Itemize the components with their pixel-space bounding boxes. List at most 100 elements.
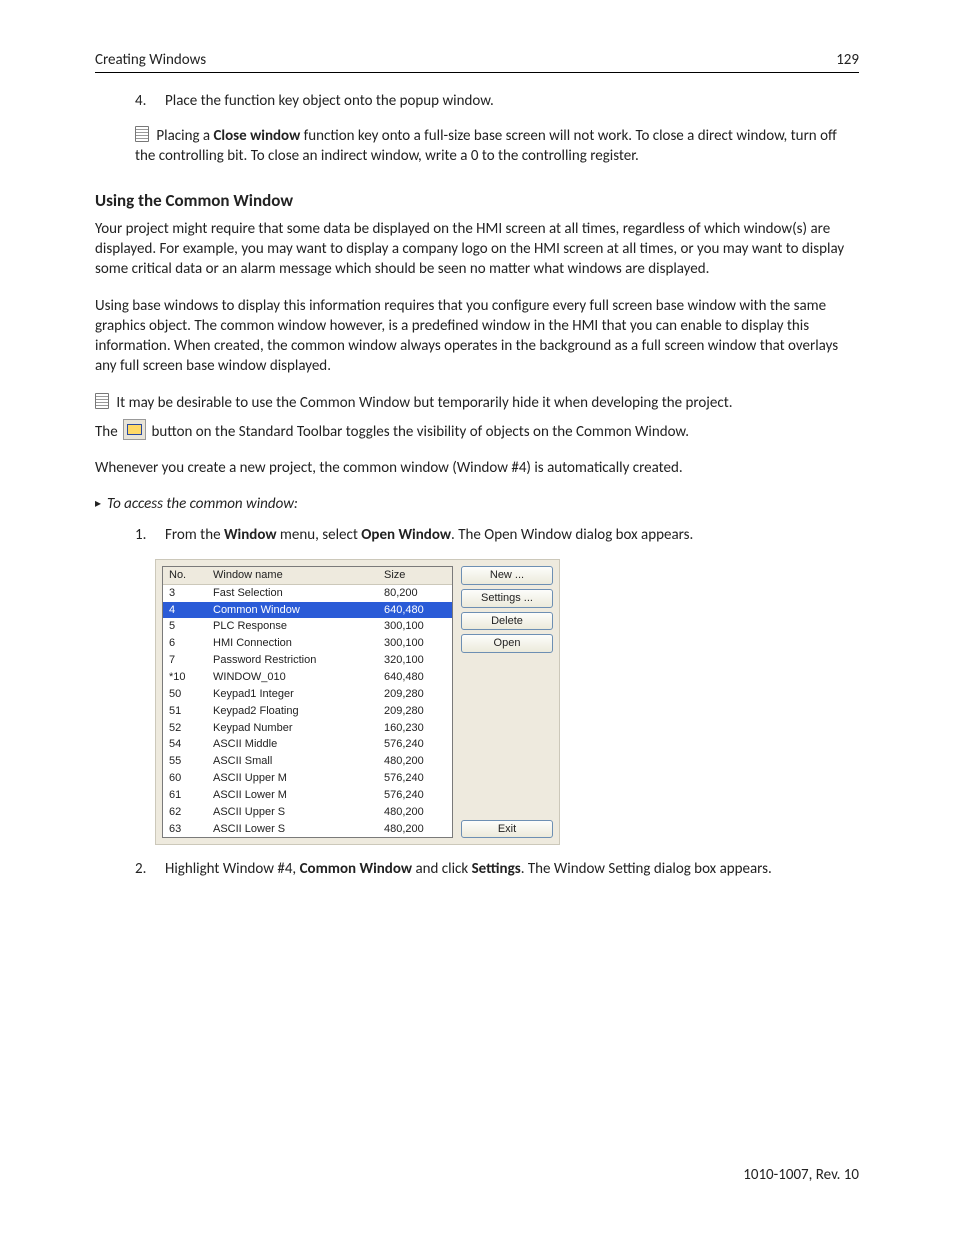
delete-button[interactable]: Delete <box>461 612 553 631</box>
cell-name: Keypad2 Floating <box>213 704 384 719</box>
paragraph-1: Your project might require that some dat… <box>95 219 859 280</box>
section-heading: Using the Common Window <box>95 190 859 213</box>
procedure-title: To access the common window: <box>95 494 859 514</box>
cell-name: Keypad Number <box>213 721 384 736</box>
list-row[interactable]: 52Keypad Number160,230 <box>163 720 452 737</box>
col-header-size: Size <box>384 568 446 583</box>
list-row[interactable]: 6HMI Connection300,100 <box>163 635 452 652</box>
cell-size: 209,280 <box>384 687 446 702</box>
cell-no: 52 <box>169 721 213 736</box>
settings-button[interactable]: Settings ... <box>461 589 553 608</box>
new-button[interactable]: New ... <box>461 566 553 585</box>
cell-no: 60 <box>169 771 213 786</box>
cell-name: WINDOW_010 <box>213 670 384 685</box>
cell-size: 320,100 <box>384 653 446 668</box>
step-1-number: 1. <box>135 525 165 545</box>
step-2: 2. Highlight Window #4, Common Window an… <box>135 859 859 879</box>
cell-no: 55 <box>169 754 213 769</box>
step-4-text: Place the function key object onto the p… <box>165 91 494 111</box>
col-header-name: Window name <box>213 568 384 583</box>
note-icon <box>95 393 109 409</box>
tip-line-1: It may be desirable to use the Common Wi… <box>95 393 859 413</box>
cell-name: ASCII Middle <box>213 737 384 752</box>
cell-no: 50 <box>169 687 213 702</box>
page-footer: 1010-1007, Rev. 10 <box>743 1165 859 1185</box>
list-row[interactable]: *10WINDOW_010640,480 <box>163 669 452 686</box>
cell-size: 576,240 <box>384 771 446 786</box>
step-2-text: Highlight Window #4, Common Window and c… <box>165 859 772 879</box>
tip-text-2b: button on the Standard Toolbar toggles t… <box>148 423 689 441</box>
cell-no: 3 <box>169 586 213 601</box>
cell-size: 209,280 <box>384 704 446 719</box>
exit-button[interactable]: Exit <box>461 820 553 839</box>
open-button[interactable]: Open <box>461 634 553 653</box>
list-row[interactable]: 55ASCII Small480,200 <box>163 753 452 770</box>
cell-size: 640,480 <box>384 670 446 685</box>
dialog-button-column: New ... Settings ... Delete Open Exit <box>461 566 553 839</box>
cell-size: 160,230 <box>384 721 446 736</box>
list-row[interactable]: 61ASCII Lower M576,240 <box>163 787 452 804</box>
cell-no: 4 <box>169 603 213 618</box>
cell-name: Password Restriction <box>213 653 384 668</box>
step-4: 4. Place the function key object onto th… <box>135 91 859 111</box>
cell-no: 62 <box>169 805 213 820</box>
cell-no: 5 <box>169 619 213 634</box>
step-4-number: 4. <box>135 91 165 111</box>
list-header: No. Window name Size <box>163 567 452 585</box>
list-row[interactable]: 5PLC Response300,100 <box>163 618 452 635</box>
cell-name: Keypad1 Integer <box>213 687 384 702</box>
cell-size: 300,100 <box>384 619 446 634</box>
cell-size: 480,200 <box>384 754 446 769</box>
cell-name: ASCII Lower S <box>213 822 384 837</box>
common-window-toggle-icon <box>123 419 146 440</box>
page-header: Creating Windows 129 <box>95 50 859 73</box>
note-bold: Close window <box>213 127 300 145</box>
list-row[interactable]: 62ASCII Upper S480,200 <box>163 804 452 821</box>
cell-no: 7 <box>169 653 213 668</box>
list-row[interactable]: 3Fast Selection80,200 <box>163 585 452 602</box>
tip-text-2a: The <box>95 423 121 441</box>
note-close-window: Placing a Close window function key onto… <box>135 126 859 167</box>
cell-size: 640,480 <box>384 603 446 618</box>
cell-name: ASCII Lower M <box>213 788 384 803</box>
list-row[interactable]: 51Keypad2 Floating209,280 <box>163 703 452 720</box>
step-1-text: From the Window menu, select Open Window… <box>165 525 693 545</box>
note-pre: Placing a <box>156 127 213 145</box>
paragraph-3: Whenever you create a new project, the c… <box>95 458 859 478</box>
header-right: 129 <box>836 50 859 70</box>
cell-name: PLC Response <box>213 619 384 634</box>
cell-size: 576,240 <box>384 737 446 752</box>
list-row[interactable]: 54ASCII Middle576,240 <box>163 736 452 753</box>
note-icon <box>135 126 149 142</box>
open-window-dialog: No. Window name Size 3Fast Selection80,2… <box>155 559 560 846</box>
cell-size: 480,200 <box>384 805 446 820</box>
tip-line-2: The button on the Standard Toolbar toggl… <box>95 419 859 442</box>
cell-name: ASCII Small <box>213 754 384 769</box>
cell-size: 576,240 <box>384 788 446 803</box>
list-row[interactable]: 50Keypad1 Integer209,280 <box>163 686 452 703</box>
cell-no: 54 <box>169 737 213 752</box>
step-1: 1. From the Window menu, select Open Win… <box>135 525 859 545</box>
cell-size: 300,100 <box>384 636 446 651</box>
cell-name: ASCII Upper M <box>213 771 384 786</box>
cell-name: HMI Connection <box>213 636 384 651</box>
cell-name: Common Window <box>213 603 384 618</box>
cell-size: 80,200 <box>384 586 446 601</box>
cell-name: ASCII Upper S <box>213 805 384 820</box>
list-row[interactable]: 7Password Restriction320,100 <box>163 652 452 669</box>
window-list[interactable]: No. Window name Size 3Fast Selection80,2… <box>162 566 453 839</box>
list-row[interactable]: 4Common Window640,480 <box>163 602 452 619</box>
tip-text-1: It may be desirable to use the Common Wi… <box>116 394 732 412</box>
cell-size: 480,200 <box>384 822 446 837</box>
step-2-number: 2. <box>135 859 165 879</box>
header-left: Creating Windows <box>95 50 206 70</box>
cell-no: 51 <box>169 704 213 719</box>
cell-name: Fast Selection <box>213 586 384 601</box>
cell-no: 61 <box>169 788 213 803</box>
cell-no: 6 <box>169 636 213 651</box>
cell-no: 63 <box>169 822 213 837</box>
list-row[interactable]: 63ASCII Lower S480,200 <box>163 821 452 838</box>
list-row[interactable]: 60ASCII Upper M576,240 <box>163 770 452 787</box>
col-header-no: No. <box>169 568 213 583</box>
cell-no: *10 <box>169 670 213 685</box>
